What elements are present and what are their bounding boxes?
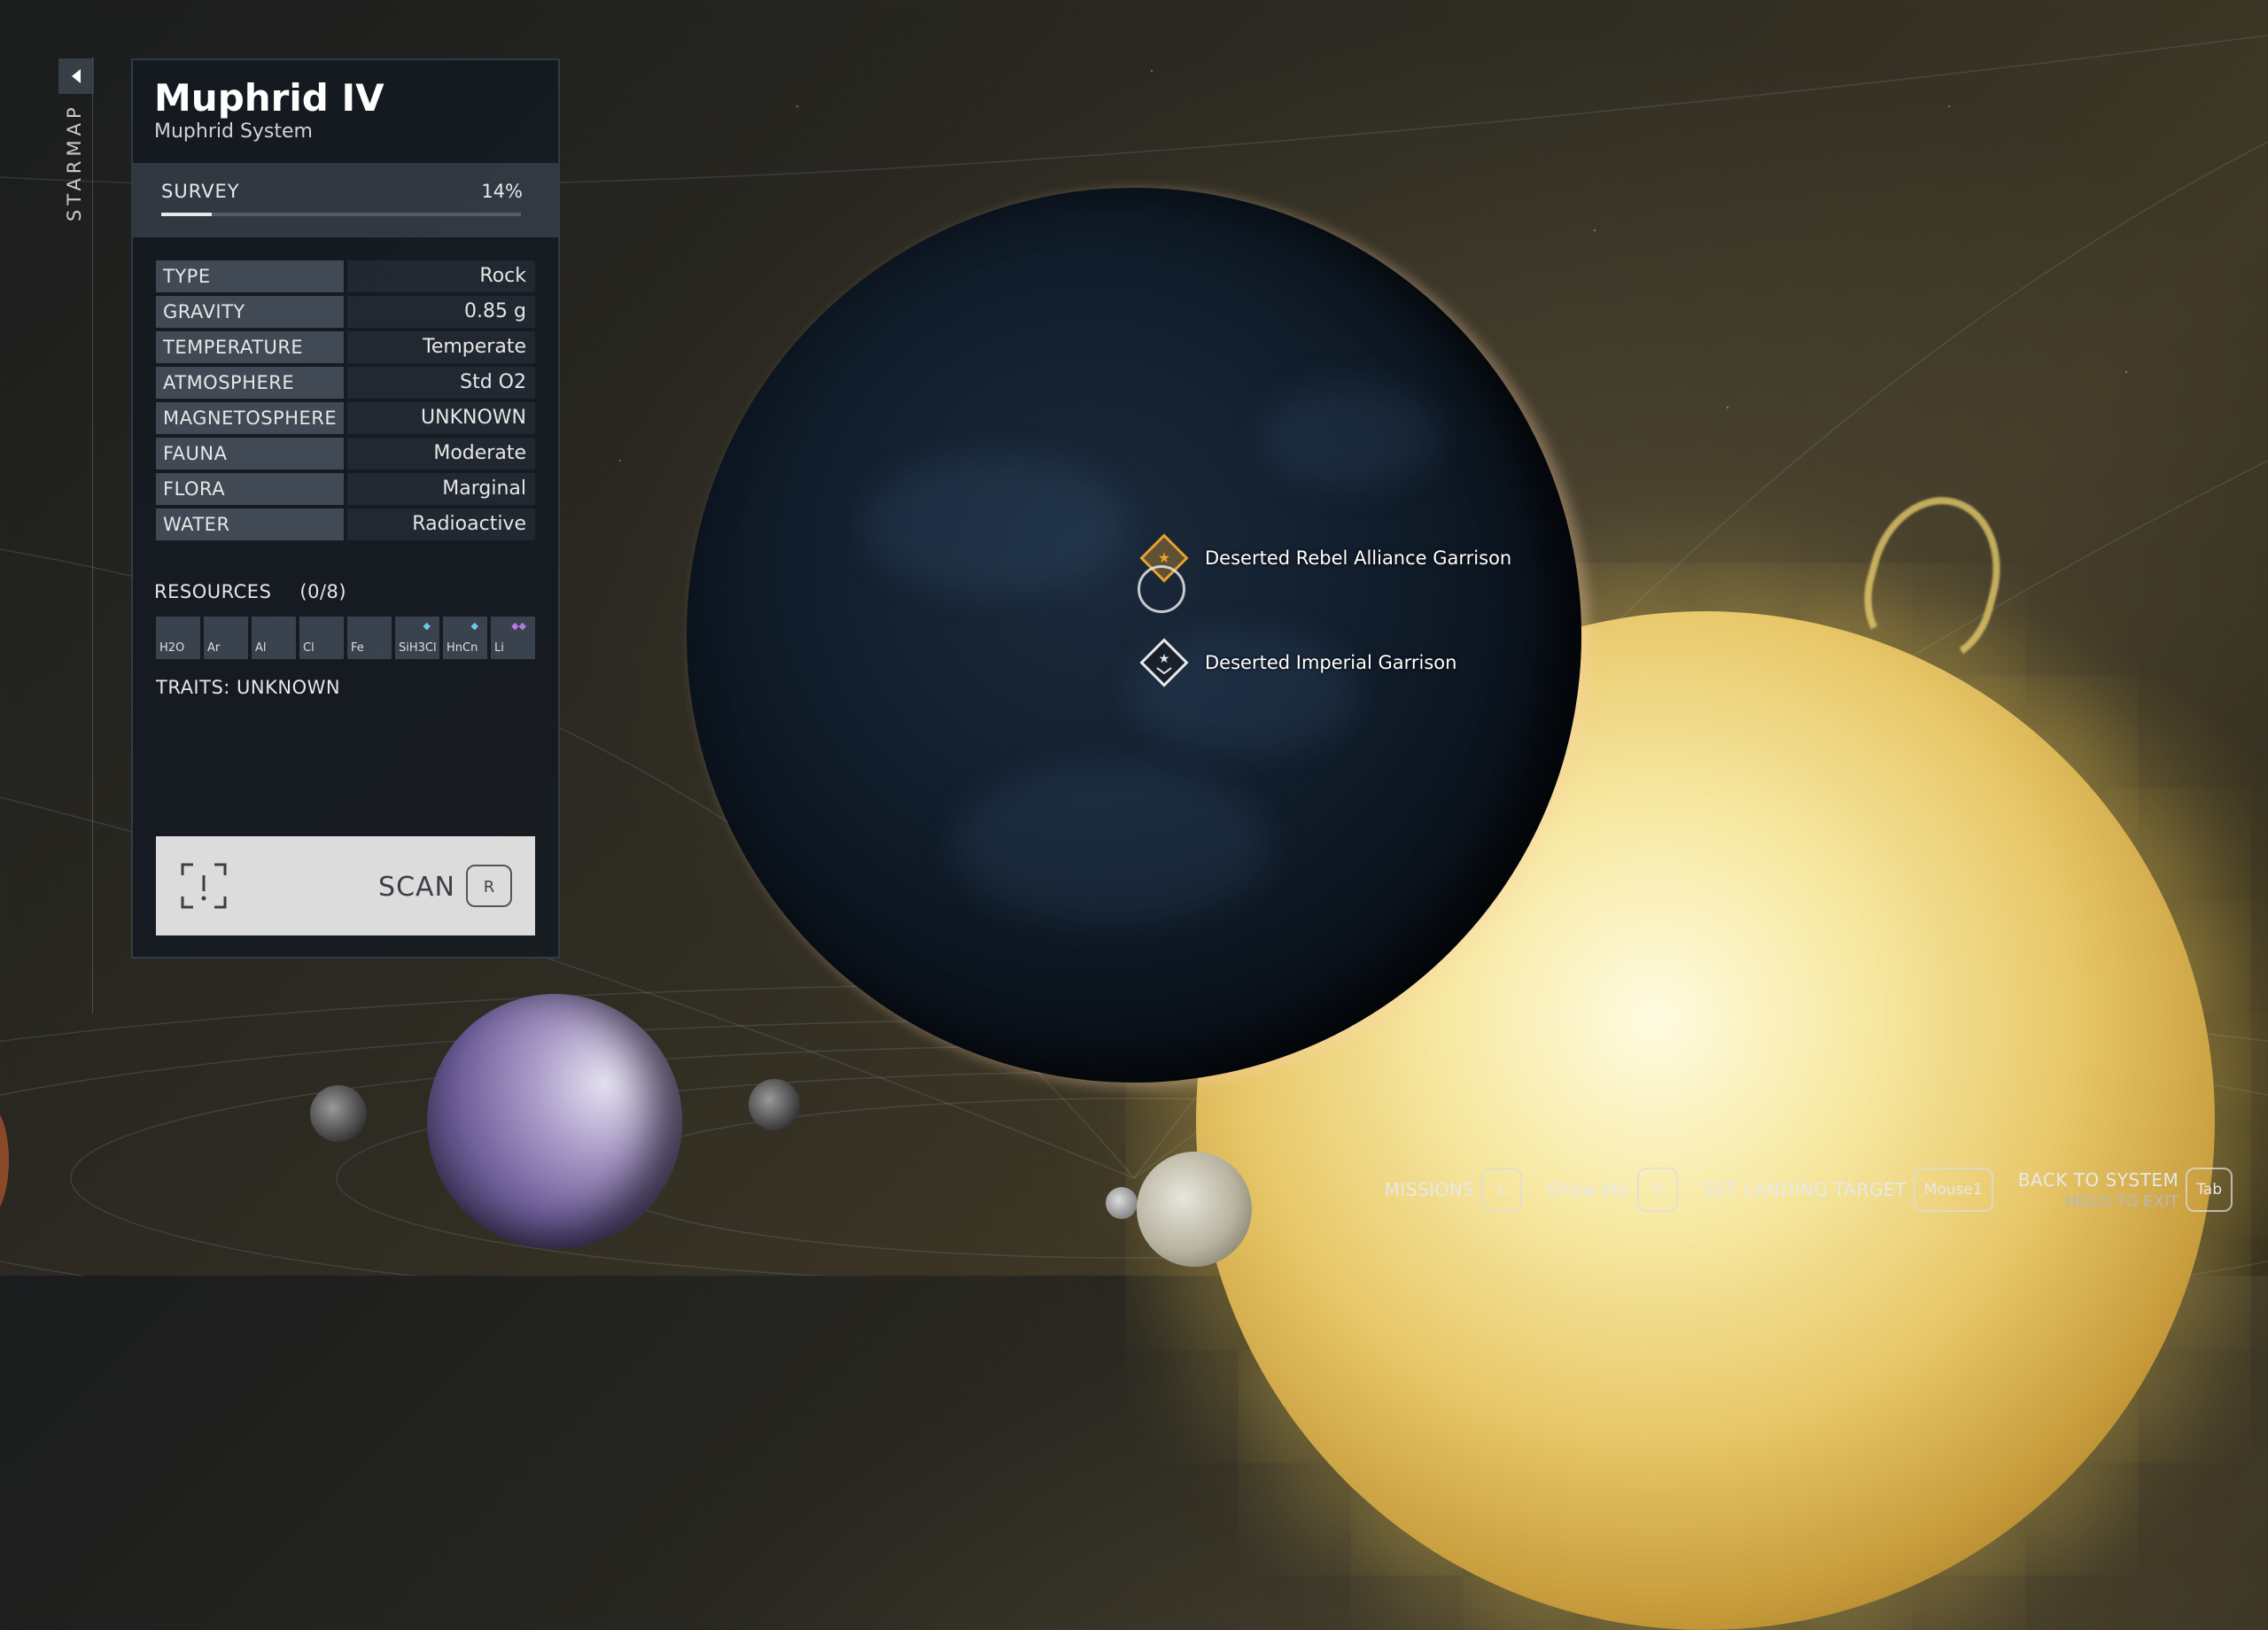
hint-sublabel: HOLD TO EXIT — [2065, 1191, 2179, 1211]
survey-progress-fill — [161, 213, 212, 216]
property-key: FAUNA — [156, 438, 344, 470]
planet-name: Muphrid IV — [154, 76, 384, 120]
property-value: Rock — [347, 260, 535, 292]
property-key: TYPE — [156, 260, 344, 292]
moon[interactable] — [749, 1079, 800, 1130]
property-value: Std O2 — [347, 367, 535, 399]
hint-back-to-system[interactable]: BACK TO SYSTEM HOLD TO EXIT Tab — [2018, 1168, 2233, 1212]
scan-bracket-icon — [181, 863, 227, 909]
property-row-magnetosphere: MAGNETOSPHERE UNKNOWN — [156, 402, 535, 434]
cloud — [864, 454, 1130, 595]
key-badge: Mouse1 — [1913, 1168, 1993, 1212]
property-value: Radioactive — [347, 508, 535, 540]
property-value: Moderate — [347, 438, 535, 470]
survey-section: SURVEY 14% — [133, 163, 558, 237]
starmap-label: STARMAP — [64, 103, 85, 221]
resources-count: (0/8) — [299, 581, 347, 602]
hint-label: MISSIONS — [1384, 1179, 1475, 1200]
resource-marker-icon: ◆ — [423, 620, 431, 632]
svg-text:★: ★ — [1159, 652, 1170, 666]
property-key: GRAVITY — [156, 296, 344, 328]
poi-imperial-garrison[interactable]: ★ Deserted Imperial Garrison — [1138, 636, 1456, 689]
scan-label: SCAN — [378, 872, 455, 903]
scan-button[interactable]: SCAN R — [156, 836, 535, 935]
pale-moon[interactable] — [1137, 1152, 1252, 1267]
poi-rebel-garrison[interactable]: ★ Deserted Rebel Alliance Garrison — [1138, 532, 1511, 585]
edge-planet — [0, 1103, 9, 1218]
resource-cell[interactable]: Fe — [347, 617, 392, 659]
hint-label: BACK TO SYSTEM — [2017, 1168, 2179, 1191]
key-badge: V — [1636, 1168, 1678, 1212]
resource-cell[interactable]: H2O — [156, 617, 200, 659]
system-name: Muphrid System — [154, 120, 313, 143]
svg-text:★: ★ — [1158, 549, 1170, 566]
property-row-type: TYPE Rock — [156, 260, 535, 292]
resource-marker-icon: ◆◆ — [511, 620, 526, 632]
hint-label-group: BACK TO SYSTEM HOLD TO EXIT — [2018, 1169, 2179, 1211]
resources-heading: RESOURCES (0/8) — [154, 581, 346, 602]
planet-properties: TYPE Rock GRAVITY 0.85 g TEMPERATURE Tem… — [156, 260, 535, 544]
resource-symbol: H2O — [159, 641, 185, 655]
cloud — [1262, 383, 1440, 489]
property-row-flora: FLORA Marginal — [156, 473, 535, 505]
hint-label: SET LANDING TARGET — [1702, 1179, 1907, 1200]
key-badge: L — [1481, 1168, 1523, 1212]
moon[interactable] — [310, 1085, 367, 1142]
property-row-water: WATER Radioactive — [156, 508, 535, 540]
resource-symbol: Al — [255, 641, 267, 655]
poi-label: Deserted Imperial Garrison — [1205, 652, 1457, 673]
hint-show-me[interactable]: Show Me V — [1547, 1168, 1678, 1212]
property-row-gravity: GRAVITY 0.85 g — [156, 296, 535, 328]
property-key: WATER — [156, 508, 344, 540]
resource-cell[interactable]: Al — [252, 617, 296, 659]
survey-progress-bar — [161, 213, 521, 216]
poi-label: Deserted Rebel Alliance Garrison — [1205, 547, 1512, 569]
property-row-fauna: FAUNA Moderate — [156, 438, 535, 470]
resource-symbol: HnCn — [447, 641, 478, 655]
scan-key-hint: R — [466, 865, 512, 907]
moon[interactable] — [1106, 1187, 1138, 1219]
resource-cell[interactable]: ◆ HnCn — [443, 617, 487, 659]
cloud — [952, 764, 1271, 923]
resource-cell[interactable]: Cl — [299, 617, 344, 659]
selection-cursor — [1138, 565, 1185, 613]
traits-label: TRAITS: UNKNOWN — [156, 677, 341, 698]
resource-marker-icon: ◆ — [470, 620, 478, 632]
resource-symbol: Ar — [207, 641, 221, 655]
hint-missions[interactable]: MISSIONS L — [1385, 1168, 1523, 1212]
resource-symbol: Cl — [303, 641, 315, 655]
property-value: Marginal — [347, 473, 535, 505]
property-value: 0.85 g — [347, 296, 535, 328]
property-value: Temperate — [347, 331, 535, 363]
property-key: FLORA — [156, 473, 344, 505]
planet-info-panel: Muphrid IV Muphrid System SURVEY 14% TYP… — [131, 58, 560, 959]
resource-symbol: Li — [494, 641, 504, 655]
resource-cell[interactable]: ◆◆ Li — [491, 617, 535, 659]
property-key: MAGNETOSPHERE — [156, 402, 344, 434]
resource-symbol: SiH3Cl — [399, 641, 437, 655]
resources-list: H2O Ar Al Cl Fe ◆ SiH3Cl ◆ HnCn ◆◆ Li — [156, 617, 539, 659]
resource-symbol: Fe — [351, 641, 364, 655]
property-row-atmosphere: ATMOSPHERE Std O2 — [156, 367, 535, 399]
resource-cell[interactable]: Ar — [204, 617, 248, 659]
collapse-panel-button[interactable] — [58, 58, 94, 94]
hint-set-landing-target[interactable]: SET LANDING TARGET Mouse1 — [1703, 1168, 1993, 1212]
property-key: TEMPERATURE — [156, 331, 344, 363]
hint-label: Show Me — [1547, 1179, 1630, 1200]
purple-planet[interactable] — [427, 994, 682, 1249]
resource-cell[interactable]: ◆ SiH3Cl — [395, 617, 439, 659]
property-value: UNKNOWN — [347, 402, 535, 434]
chevron-left-icon — [72, 69, 81, 83]
property-key: ATMOSPHERE — [156, 367, 344, 399]
resources-label: RESOURCES — [154, 581, 272, 602]
property-row-temperature: TEMPERATURE Temperate — [156, 331, 535, 363]
survey-percent: 14% — [481, 181, 523, 202]
survey-label: SURVEY — [161, 181, 240, 202]
control-hints: MISSIONS L Show Me V SET LANDING TARGET … — [1360, 1168, 2233, 1212]
star-diamond-icon: ★ — [1139, 638, 1189, 687]
key-badge: Tab — [2186, 1168, 2233, 1212]
main-planet[interactable] — [687, 188, 1581, 1083]
